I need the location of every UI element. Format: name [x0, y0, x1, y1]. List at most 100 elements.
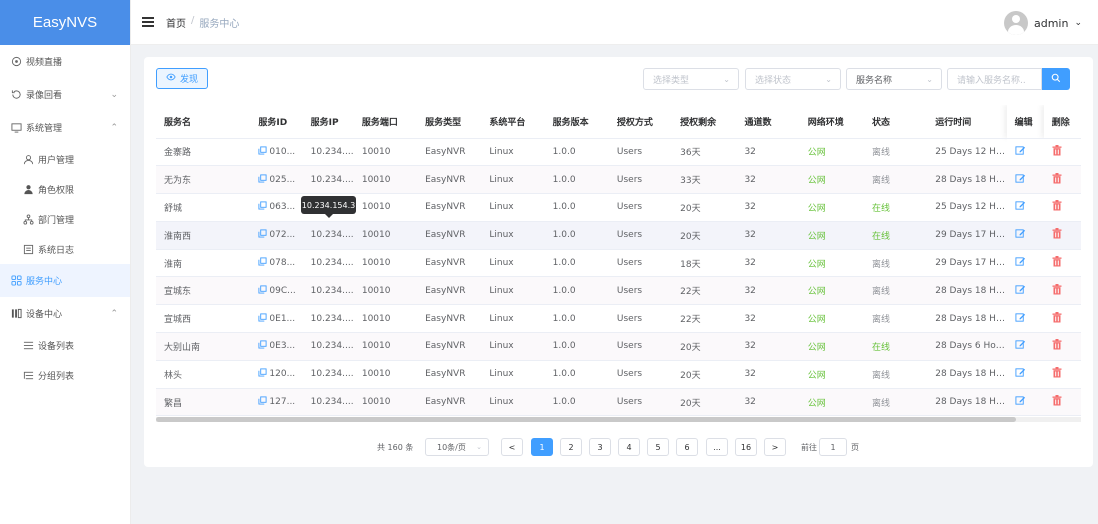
- sidebar-item-label: 设备中心: [26, 310, 63, 320]
- copy-icon[interactable]: [258, 201, 267, 213]
- page-size-select[interactable]: 10条/页 ⌄: [425, 438, 489, 456]
- edit-icon[interactable]: [1015, 201, 1026, 214]
- copy-icon[interactable]: [258, 396, 267, 408]
- trash-icon[interactable]: [1052, 395, 1062, 409]
- copy-icon[interactable]: [258, 174, 267, 186]
- trash-icon[interactable]: [1052, 144, 1062, 159]
- page-2-button[interactable]: 2: [560, 438, 582, 456]
- horizontal-scrollbar[interactable]: [156, 417, 1016, 422]
- cell-auth: Users: [608, 304, 673, 334]
- cell-ip: 10.234....: [302, 304, 354, 334]
- sidebar-item-system[interactable]: 系统管理 ⌃: [0, 111, 130, 144]
- table-row[interactable]: 宣城西 0E1... 10.234.... 10010 EasyNVR Linux 1.0.…: [156, 304, 1081, 334]
- edit-icon[interactable]: [1015, 396, 1026, 409]
- copy-icon[interactable]: [258, 313, 267, 325]
- field-select[interactable]: 服务名称 ⌄: [846, 68, 942, 90]
- cell-version: 1.0.0: [544, 249, 609, 278]
- trash-icon[interactable]: [1052, 339, 1062, 353]
- discover-button[interactable]: 发现: [156, 68, 208, 89]
- table-row[interactable]: 林头 120... 10.234.... 10010 EasyNVR Linux 1.0.0…: [156, 360, 1081, 389]
- delete-cell: [1043, 165, 1081, 195]
- status-select[interactable]: 选择状态 ⌄: [745, 68, 841, 90]
- cell-net: 公网: [799, 276, 864, 306]
- sidebar-item-device-list[interactable]: 设备列表: [0, 330, 130, 360]
- sidebar-item-live[interactable]: 视频直播: [0, 45, 130, 78]
- table-row[interactable]: 大别山南 0E3... 10.234.... 10010 EasyNVR Linux 1.0…: [156, 332, 1081, 361]
- table-row[interactable]: 宣城东 09C... 10.234.... 10010 EasyNVR Linux 1.0.…: [156, 276, 1081, 306]
- table-row[interactable]: 淮南西 072... 10.234.... 10010 EasyNVR Linux 1.0.…: [156, 221, 1081, 250]
- page-size-value: 10条/页: [437, 442, 466, 452]
- sidebar-item-service-center[interactable]: 服务中心: [0, 264, 130, 297]
- cell-channels: 32: [736, 138, 800, 167]
- user-menu[interactable]: admin ⌄: [1003, 11, 1082, 35]
- jump-page-input[interactable]: 1: [819, 438, 847, 456]
- cell-platform: Linux: [481, 360, 545, 389]
- table-row[interactable]: 金寨路 010... 10.234.... 10010 EasyNVR Linux 1.0.…: [156, 138, 1081, 167]
- page-5-button[interactable]: 5: [647, 438, 669, 456]
- discover-button-label: 发现: [179, 75, 198, 85]
- edit-icon[interactable]: [1015, 257, 1026, 270]
- hamburger-icon[interactable]: [142, 17, 154, 27]
- table-row[interactable]: 淮南 078... 10.234.... 10010 EasyNVR Linux 1.0.0…: [156, 249, 1081, 278]
- cell-platform: Linux: [481, 249, 545, 278]
- search-input[interactable]: 请输入服务名称..: [947, 68, 1042, 90]
- edit-icon[interactable]: [1015, 146, 1026, 159]
- prev-page-button[interactable]: <: [501, 438, 523, 456]
- sidebar-item-group-list[interactable]: 分组列表: [0, 360, 130, 390]
- table-row[interactable]: 繁昌 127... 10.234.... 10010 EasyNVR Linux 1.0.0…: [156, 388, 1081, 417]
- trash-icon[interactable]: [1052, 200, 1062, 214]
- trash-icon[interactable]: [1052, 283, 1062, 298]
- edit-icon[interactable]: [1015, 174, 1026, 187]
- page-6-button[interactable]: 6: [676, 438, 698, 456]
- cell-platform: Linux: [481, 332, 545, 361]
- edit-cell: [1006, 138, 1044, 167]
- sidebar-item-logs[interactable]: 系统日志: [0, 234, 130, 264]
- copy-icon[interactable]: [258, 257, 267, 269]
- cell-id: 0E3...: [250, 332, 303, 361]
- trash-icon[interactable]: [1052, 228, 1062, 242]
- edit-icon[interactable]: [1015, 340, 1026, 353]
- breadcrumb-home[interactable]: 首页: [166, 15, 186, 30]
- more-pages-button[interactable]: ...: [706, 438, 728, 456]
- search-button[interactable]: [1042, 68, 1070, 90]
- edit-icon[interactable]: [1015, 313, 1026, 326]
- copy-icon[interactable]: [258, 368, 267, 380]
- cell-status: 离线: [863, 138, 928, 167]
- cell-ip: 10.234....: [302, 332, 354, 361]
- sidebar-item-label: 分组列表: [38, 371, 75, 382]
- cell-type: EasyNVR: [417, 276, 482, 306]
- copy-icon[interactable]: [258, 229, 267, 241]
- page-16-button[interactable]: 16: [735, 438, 757, 456]
- table-row[interactable]: 无为东 025... 10.234.... 10010 EasyNVR Linux 1.0.…: [156, 165, 1081, 195]
- trash-icon[interactable]: [1052, 367, 1062, 381]
- edit-icon[interactable]: [1015, 285, 1026, 298]
- page-4-button[interactable]: 4: [618, 438, 640, 456]
- trash-icon[interactable]: [1052, 256, 1062, 270]
- sidebar-item-device-center[interactable]: 设备中心 ⌃: [0, 297, 130, 330]
- sidebar-item-users[interactable]: 用户管理: [0, 144, 130, 174]
- page-1-button[interactable]: 1: [531, 438, 553, 456]
- page-3-button[interactable]: 3: [589, 438, 611, 456]
- edit-icon[interactable]: [1015, 368, 1026, 381]
- sidebar-item-dept[interactable]: 部门管理: [0, 204, 130, 234]
- breadcrumb: 首页 / 服务中心: [166, 15, 239, 30]
- sidebar-item-replay[interactable]: 录像回看 ⌄: [0, 78, 130, 111]
- cell-net: 公网: [799, 249, 864, 278]
- copy-icon[interactable]: [258, 285, 267, 297]
- trash-icon[interactable]: [1052, 172, 1062, 187]
- next-page-button[interactable]: >: [764, 438, 786, 456]
- table-row[interactable]: 舒城063...10.234....10010EasyNVRLinux1.0.0…: [156, 193, 1081, 222]
- sidebar-item-label: 用户管理: [38, 155, 75, 166]
- cell-ip: 10.234....: [302, 249, 354, 278]
- cell-uptime: 28 Days 6 Hours 0: [927, 332, 1007, 361]
- sidebar-item-roles[interactable]: 角色权限: [0, 174, 130, 204]
- cell-version: 1.0.0: [544, 138, 609, 167]
- copy-icon[interactable]: [258, 146, 267, 158]
- app-logo: EasyNVS: [0, 0, 130, 45]
- type-select[interactable]: 选择类型 ⌄: [643, 68, 739, 90]
- copy-icon[interactable]: [258, 340, 267, 352]
- trash-icon[interactable]: [1052, 311, 1062, 326]
- edit-icon[interactable]: [1015, 229, 1026, 242]
- cell-auth: Users: [608, 249, 673, 278]
- cell-net: 公网: [799, 388, 864, 417]
